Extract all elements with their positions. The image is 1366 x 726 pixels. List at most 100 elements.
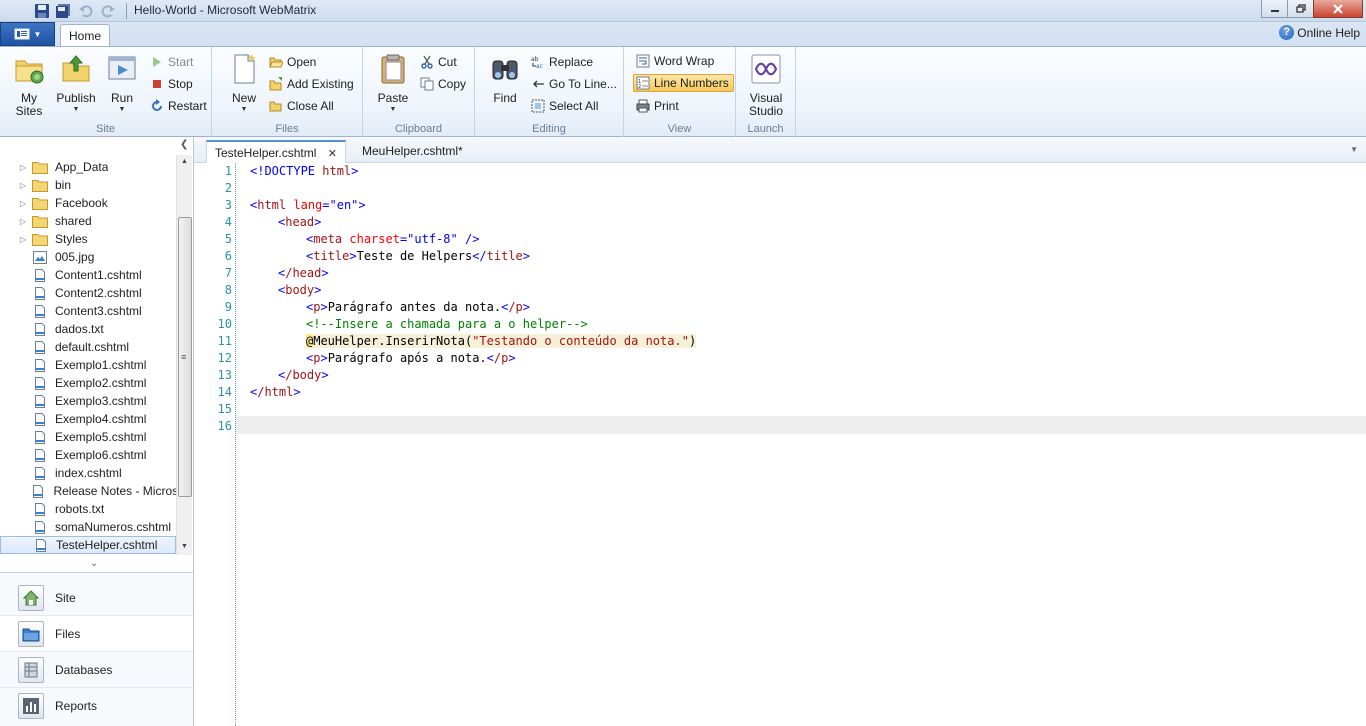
redo-icon[interactable] xyxy=(100,3,116,19)
tree-file-item[interactable]: 005.jpg xyxy=(0,248,176,266)
copy-button[interactable]: Copy xyxy=(420,75,466,93)
tree-file-item[interactable]: Content2.cshtml xyxy=(0,284,176,302)
new-button[interactable]: New ▼ xyxy=(226,53,262,114)
tree-file-item[interactable]: dados.txt xyxy=(0,320,176,338)
restore-icon xyxy=(1295,3,1306,13)
tree-file-item[interactable]: Content3.cshtml xyxy=(0,302,176,320)
scroll-down-icon[interactable]: ▼ xyxy=(181,543,188,550)
line-number: 12 xyxy=(217,351,232,365)
stop-icon xyxy=(153,80,161,88)
tree-file-item[interactable]: robots.txt xyxy=(0,500,176,518)
tree-item-label: Exemplo4.cshtml xyxy=(55,412,147,426)
minimize-icon xyxy=(1270,9,1279,12)
code-area[interactable]: 1 2 3 4 5 6 7 8 9 10 11 12 13 14 15 16 <!DOCTYPE html> … xyxy=(194,163,1366,726)
tree-file-item[interactable]: Exemplo1.cshtml xyxy=(0,356,176,374)
tree-file-item[interactable]: index.cshtml xyxy=(0,464,176,482)
tree-file-item[interactable]: Exemplo6.cshtml xyxy=(0,446,176,464)
online-help-label: Online Help xyxy=(1297,25,1360,40)
workspace-reports[interactable]: Reports xyxy=(0,688,193,724)
find-button[interactable]: Find xyxy=(487,53,523,105)
stop-button[interactable]: Stop xyxy=(150,75,193,93)
tree-item-label: default.cshtml xyxy=(55,340,130,354)
visual-studio-button[interactable]: Visual Studio xyxy=(746,53,786,118)
publish-button[interactable]: Publish ▼ xyxy=(54,53,98,114)
tree-file-item[interactable]: Exemplo3.cshtml xyxy=(0,392,176,410)
tab-list-dropdown-icon[interactable]: ▼ xyxy=(1350,145,1358,154)
online-help-link[interactable]: ? Online Help xyxy=(1279,25,1360,40)
file-icon xyxy=(35,286,45,300)
run-button[interactable]: Run ▼ xyxy=(104,53,140,114)
expand-folder-icon[interactable]: ▷ xyxy=(16,217,30,226)
workspace-databases[interactable]: Databases xyxy=(0,652,193,688)
tree-item-label: 005.jpg xyxy=(55,250,95,264)
tree-file-item[interactable]: Exemplo2.cshtml xyxy=(0,374,176,392)
line-number: 4 xyxy=(224,215,232,229)
restart-button[interactable]: Restart xyxy=(150,97,207,115)
my-sites-button[interactable]: My Sites xyxy=(10,53,48,118)
expand-folder-icon[interactable]: ▷ xyxy=(16,235,30,244)
tree-file-item[interactable]: Exemplo5.cshtml xyxy=(0,428,176,446)
tree-file-item[interactable]: somaNumeros.cshtml xyxy=(0,518,176,536)
close-button[interactable] xyxy=(1313,0,1363,18)
minimize-button[interactable] xyxy=(1261,0,1288,18)
editing-group: Find ab ac Replace Go To Line... Select A… xyxy=(475,47,624,137)
paste-button[interactable]: Paste ▼ xyxy=(375,53,411,114)
tree-file-item[interactable]: Exemplo4.cshtml xyxy=(0,410,176,428)
scroll-up-icon[interactable]: ▲ xyxy=(181,158,188,165)
expand-nav-icon[interactable]: ⌄ xyxy=(90,558,98,569)
tree-folder-item[interactable]: ▷ Styles xyxy=(0,230,176,248)
files-group-label: Files xyxy=(275,123,299,135)
tree-folder-item[interactable]: ▷ Facebook xyxy=(0,194,176,212)
restore-button[interactable] xyxy=(1287,0,1314,18)
helper-call-end-token: ) xyxy=(688,334,697,348)
add-existing-button[interactable]: Add Existing xyxy=(269,75,354,93)
launch-group-label: Launch xyxy=(747,123,784,135)
tree-file-item[interactable]: Content1.cshtml xyxy=(0,266,176,284)
close-all-button[interactable]: Close All xyxy=(269,97,334,115)
undo-icon[interactable] xyxy=(78,3,94,19)
print-button[interactable]: Print xyxy=(636,97,679,115)
cut-button[interactable]: Cut xyxy=(420,53,457,71)
code-line-12: <p>Parágrafo após a nota.</p> xyxy=(306,351,516,365)
expand-folder-icon[interactable]: ▷ xyxy=(16,181,30,190)
tree-item-label: Exemplo6.cshtml xyxy=(55,448,147,462)
open-folder-icon xyxy=(269,57,283,68)
select-all-button[interactable]: Select All xyxy=(531,97,598,115)
tree-file-item[interactable]: default.cshtml xyxy=(0,338,176,356)
scroll-grip-icon: ≡ xyxy=(181,352,187,362)
reports-icon xyxy=(18,693,44,719)
save-icon[interactable] xyxy=(34,3,50,19)
tab-meuhelper[interactable]: MeuHelper.cshtml* xyxy=(354,140,471,163)
code-line-10: <!--Insere a chamada para a o helper--> xyxy=(306,317,588,331)
code-line-1: <!DOCTYPE html> xyxy=(250,163,358,180)
go-to-line-button[interactable]: Go To Line... xyxy=(531,75,617,93)
workspace-files[interactable]: Files xyxy=(0,616,193,652)
folder-icon xyxy=(32,161,48,174)
word-wrap-button[interactable]: Word Wrap xyxy=(636,52,714,70)
head-end-tag-token: /head xyxy=(285,266,322,280)
tab-home[interactable]: Home xyxy=(60,24,110,47)
close-all-label: Close All xyxy=(287,99,334,113)
tree-file-item[interactable]: Release Notes - Microsoft xyxy=(0,482,176,500)
expand-folder-icon[interactable]: ▷ xyxy=(16,199,30,208)
file-icon xyxy=(35,412,45,426)
line-numbers-button[interactable]: 12 Line Numbers xyxy=(633,74,734,92)
open-button[interactable]: Open xyxy=(269,53,316,71)
tab-close-icon[interactable]: ✕ xyxy=(328,148,337,160)
application-menu-button[interactable]: ▼ xyxy=(0,22,55,46)
collapse-panel-icon[interactable]: ❮ xyxy=(180,139,188,150)
save-all-icon[interactable] xyxy=(55,3,71,19)
tree-folder-item[interactable]: ▷ shared xyxy=(0,212,176,230)
site-icon xyxy=(18,584,44,611)
start-button[interactable]: Start xyxy=(150,53,193,71)
tree-file-item[interactable]: TesteHelper.cshtml xyxy=(0,536,176,554)
tree-folder-item[interactable]: ▷ bin xyxy=(0,176,176,194)
tree-folder-item[interactable]: ▷ App_Data xyxy=(0,158,176,176)
expand-folder-icon[interactable]: ▷ xyxy=(16,163,30,172)
tree-item-label: Content2.cshtml xyxy=(55,286,142,300)
tab-testehelper[interactable]: TesteHelper.cshtml ✕ xyxy=(206,140,346,163)
file-tree-scrollbar[interactable]: ▲ ≡ ▼ xyxy=(176,155,192,555)
code-line-3: <html lang="en"> xyxy=(250,197,366,214)
workspace-site[interactable]: Site xyxy=(0,580,193,616)
replace-button[interactable]: ab ac Replace xyxy=(531,53,593,71)
